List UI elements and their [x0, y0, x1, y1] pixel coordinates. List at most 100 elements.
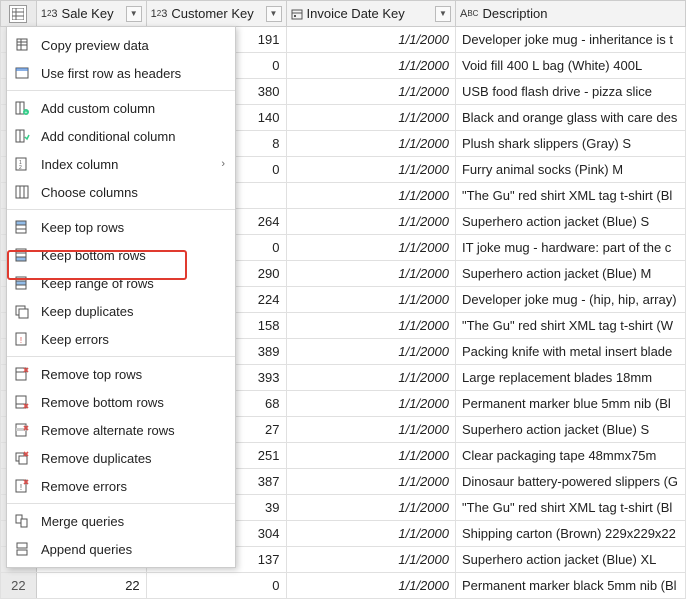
- menu-remove-duplicates[interactable]: Remove duplicates: [7, 444, 235, 472]
- col-label: Sale Key: [62, 6, 122, 21]
- table-menu-header[interactable]: [1, 1, 37, 27]
- cell-description[interactable]: "The Gu" red shirt XML tag t-shirt (Bl: [455, 183, 685, 209]
- cell-invoice-date[interactable]: 1/1/2000: [286, 495, 455, 521]
- cell-invoice-date[interactable]: 1/1/2000: [286, 27, 455, 53]
- cell-description[interactable]: IT joke mug - hardware: part of the c: [455, 235, 685, 261]
- merge-icon: [13, 512, 31, 530]
- menu-keep-range-rows[interactable]: Keep range of rows: [7, 269, 235, 297]
- col-header-invoice-date[interactable]: Invoice Date Key ▼: [286, 1, 455, 27]
- cell-description[interactable]: Superhero action jacket (Blue) S: [455, 417, 685, 443]
- cell-invoice-date[interactable]: 1/1/2000: [286, 573, 455, 599]
- keep-range-icon: [13, 274, 31, 292]
- menu-merge-queries[interactable]: Merge queries: [7, 507, 235, 535]
- menu-keep-bottom-rows[interactable]: Keep bottom rows: [7, 241, 235, 269]
- keep-bottom-icon: [13, 246, 31, 264]
- cell-invoice-date[interactable]: 1/1/2000: [286, 105, 455, 131]
- menu-keep-errors[interactable]: ! Keep errors: [7, 325, 235, 353]
- cell-invoice-date[interactable]: 1/1/2000: [286, 261, 455, 287]
- cell-description[interactable]: Developer joke mug - inheritance is t: [455, 27, 685, 53]
- filter-dropdown-icon[interactable]: ▼: [435, 6, 451, 22]
- cell-invoice-date[interactable]: 1/1/2000: [286, 521, 455, 547]
- add-column-icon: +: [13, 99, 31, 117]
- table-options-icon[interactable]: [9, 5, 27, 23]
- cell-customer-key[interactable]: 0: [146, 573, 286, 599]
- filter-dropdown-icon[interactable]: ▼: [126, 6, 142, 22]
- copy-icon: [13, 36, 31, 54]
- cell-invoice-date[interactable]: 1/1/2000: [286, 157, 455, 183]
- cell-description[interactable]: Dinosaur battery-powered slippers (G: [455, 469, 685, 495]
- cell-invoice-date[interactable]: 1/1/2000: [286, 183, 455, 209]
- cell-description[interactable]: Packing knife with metal insert blade: [455, 339, 685, 365]
- cell-description[interactable]: "The Gu" red shirt XML tag t-shirt (Bl: [455, 495, 685, 521]
- cell-description[interactable]: Plush shark slippers (Gray) S: [455, 131, 685, 157]
- index-column-icon: 12: [13, 155, 31, 173]
- table-row[interactable]: 222201/1/2000Permanent marker black 5mm …: [1, 573, 686, 599]
- menu-keep-duplicates[interactable]: Keep duplicates: [7, 297, 235, 325]
- keep-duplicates-icon: [13, 302, 31, 320]
- menu-remove-bottom-rows[interactable]: Remove bottom rows: [7, 388, 235, 416]
- col-label: Description: [482, 6, 681, 21]
- svg-text:!: !: [20, 336, 22, 345]
- cell-invoice-date[interactable]: 1/1/2000: [286, 339, 455, 365]
- cell-invoice-date[interactable]: 1/1/2000: [286, 209, 455, 235]
- cell-invoice-date[interactable]: 1/1/2000: [286, 313, 455, 339]
- submenu-arrow-icon: ›: [221, 158, 225, 170]
- filter-dropdown-icon[interactable]: ▼: [266, 6, 282, 22]
- cell-description[interactable]: "The Gu" red shirt XML tag t-shirt (W: [455, 313, 685, 339]
- col-header-sale-key[interactable]: 123 Sale Key ▼: [36, 1, 146, 27]
- cell-description[interactable]: Permanent marker blue 5mm nib (Bl: [455, 391, 685, 417]
- menu-first-row-headers[interactable]: Use first row as headers: [7, 59, 235, 87]
- menu-separator: [7, 90, 235, 91]
- cell-description[interactable]: Superhero action jacket (Blue) XL: [455, 547, 685, 573]
- cell-description[interactable]: Furry animal socks (Pink) M: [455, 157, 685, 183]
- cell-invoice-date[interactable]: 1/1/2000: [286, 365, 455, 391]
- menu-append-queries[interactable]: Append queries: [7, 535, 235, 563]
- col-header-customer-key[interactable]: 123 Customer Key ▼: [146, 1, 286, 27]
- remove-top-icon: [13, 365, 31, 383]
- svg-text:2: 2: [19, 165, 22, 171]
- cell-invoice-date[interactable]: 1/1/2000: [286, 547, 455, 573]
- menu-separator: [7, 209, 235, 210]
- menu-separator: [7, 503, 235, 504]
- cell-description[interactable]: Void fill 400 L bag (White) 400L: [455, 53, 685, 79]
- remove-duplicates-icon: [13, 449, 31, 467]
- menu-remove-alternate-rows[interactable]: Remove alternate rows: [7, 416, 235, 444]
- cell-description[interactable]: Clear packaging tape 48mmx75m: [455, 443, 685, 469]
- cell-description[interactable]: Developer joke mug - (hip, hip, array): [455, 287, 685, 313]
- menu-remove-top-rows[interactable]: Remove top rows: [7, 360, 235, 388]
- col-header-description[interactable]: ABC Description: [455, 1, 685, 27]
- menu-choose-columns[interactable]: Choose columns: [7, 178, 235, 206]
- menu-add-custom-column[interactable]: + Add custom column: [7, 94, 235, 122]
- menu-remove-errors[interactable]: ! Remove errors: [7, 472, 235, 500]
- cell-invoice-date[interactable]: 1/1/2000: [286, 131, 455, 157]
- cell-description[interactable]: Superhero action jacket (Blue) M: [455, 261, 685, 287]
- remove-errors-icon: !: [13, 477, 31, 495]
- cell-description[interactable]: Permanent marker black 5mm nib (Bl: [455, 573, 685, 599]
- cell-invoice-date[interactable]: 1/1/2000: [286, 443, 455, 469]
- menu-copy-preview[interactable]: Copy preview data: [7, 31, 235, 59]
- menu-add-conditional-column[interactable]: Add conditional column: [7, 122, 235, 150]
- remove-bottom-icon: [13, 393, 31, 411]
- menu-keep-top-rows[interactable]: Keep top rows: [7, 213, 235, 241]
- choose-columns-icon: [13, 183, 31, 201]
- cell-description[interactable]: USB food flash drive - pizza slice: [455, 79, 685, 105]
- cell-sale-key[interactable]: 22: [36, 573, 146, 599]
- menu-index-column[interactable]: 12 Index column ›: [7, 150, 235, 178]
- remove-alternate-icon: [13, 421, 31, 439]
- cell-invoice-date[interactable]: 1/1/2000: [286, 53, 455, 79]
- cell-description[interactable]: Black and orange glass with care des: [455, 105, 685, 131]
- cell-invoice-date[interactable]: 1/1/2000: [286, 235, 455, 261]
- cell-invoice-date[interactable]: 1/1/2000: [286, 469, 455, 495]
- row-number[interactable]: 22: [1, 573, 37, 599]
- cell-description[interactable]: Shipping carton (Brown) 229x229x22: [455, 521, 685, 547]
- svg-text:+: +: [25, 110, 28, 116]
- svg-text:!: !: [20, 483, 22, 492]
- cell-invoice-date[interactable]: 1/1/2000: [286, 79, 455, 105]
- cell-invoice-date[interactable]: 1/1/2000: [286, 287, 455, 313]
- table-context-menu: Copy preview data Use first row as heade…: [6, 26, 236, 568]
- cell-description[interactable]: Superhero action jacket (Blue) S: [455, 209, 685, 235]
- cell-invoice-date[interactable]: 1/1/2000: [286, 391, 455, 417]
- cell-invoice-date[interactable]: 1/1/2000: [286, 417, 455, 443]
- col-label: Invoice Date Key: [307, 6, 431, 21]
- cell-description[interactable]: Large replacement blades 18mm: [455, 365, 685, 391]
